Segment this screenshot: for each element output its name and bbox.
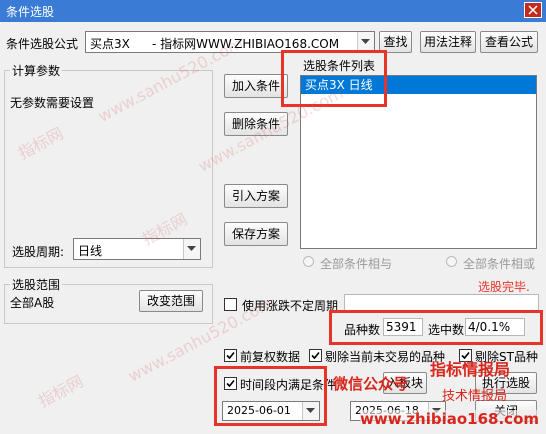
status-text: 选股完毕. [478,280,530,294]
exclude-untraded-label: 剔除当前未交易的品种 [325,350,446,364]
adjust-label: 前复权数据 [240,350,301,364]
and-label: 全部条件相与 [320,257,393,271]
save-scheme-button[interactable]: 保存方案 [224,222,288,246]
formula-name: 买点3X [90,37,130,51]
or-radio[interactable] [446,256,457,267]
import-scheme-button[interactable]: 引入方案 [224,184,288,208]
slogan-label: 技术情报局 [442,389,508,404]
close-icon [528,5,538,15]
period-label: 选股周期: [12,245,65,259]
watermark: 指标网 [35,371,87,411]
highlight-box-time [214,366,327,426]
range-title: 选股范围 [10,276,63,293]
chevron-down-icon [361,39,370,44]
params-text: 无参数需要设置 [10,96,95,110]
brand-label: 指标情报局 [430,360,511,379]
period-select[interactable]: 日线 [73,238,201,260]
period-dropdown-arrow[interactable] [183,239,200,259]
period-value: 日线 [78,244,103,258]
adjust-checkbox[interactable] [224,349,237,362]
window-title: 条件选股 [6,5,55,19]
and-radio[interactable] [303,256,314,267]
params-title: 计算参数 [10,62,63,79]
formula-label: 条件选股公式 [6,37,79,51]
add-condition-button[interactable]: 加入条件 [224,74,288,98]
change-range-button[interactable]: 改变范围 [139,290,203,312]
or-label: 全部条件相或 [463,257,536,271]
close-window-button[interactable] [524,2,542,18]
exclude-untraded-checkbox[interactable] [309,349,322,362]
site-label: www.zhibiao168.com [360,410,540,428]
checkmark-icon [226,351,235,360]
highlight-box-counts [329,310,543,345]
title-bar: 条件选股 [0,0,546,22]
formula-dropdown-arrow[interactable] [357,32,374,52]
chevron-down-icon [187,246,196,251]
checkmark-icon [311,351,320,360]
range-value: 全部A股 [10,296,55,310]
wechat-label: 微信公众号 [333,375,409,393]
view-formula-button[interactable]: 查看公式 [480,31,538,53]
usage-notes-button[interactable]: 用法注释 [420,31,476,53]
